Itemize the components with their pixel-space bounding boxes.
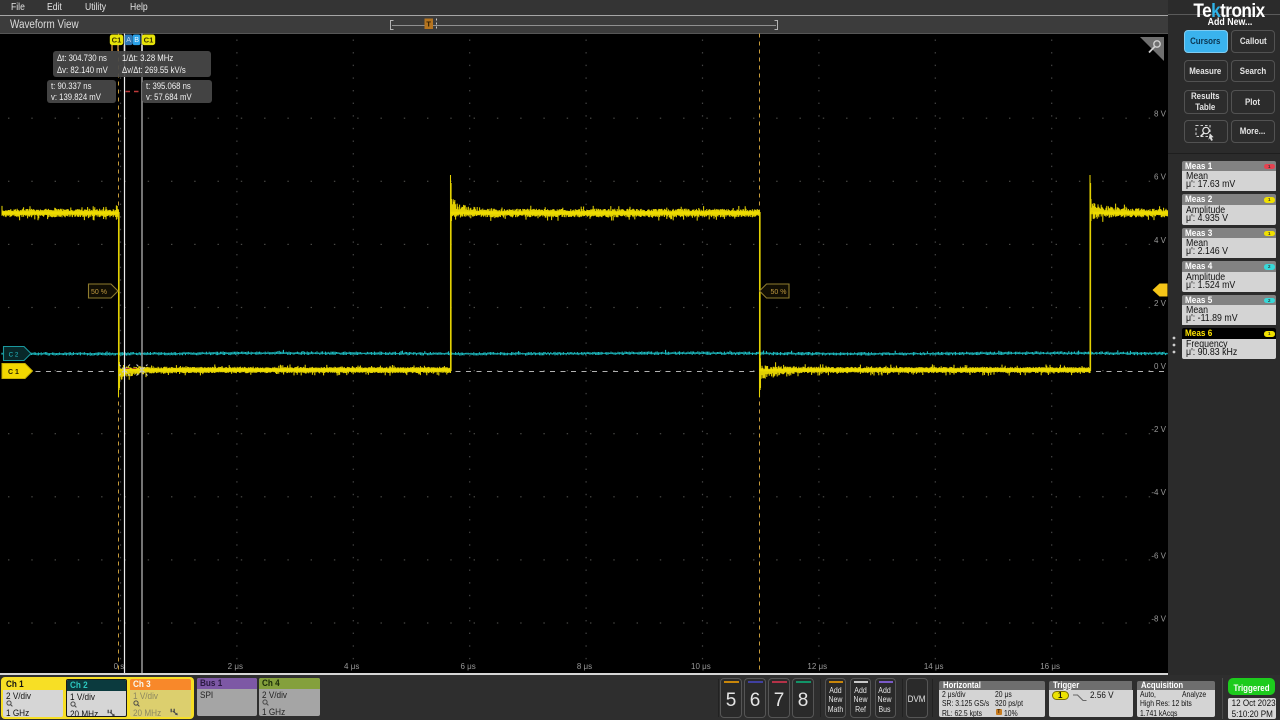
- svg-text:C1: C1: [144, 35, 154, 44]
- svg-text:50 %: 50 %: [771, 289, 787, 296]
- svg-text:8 V: 8 V: [1154, 110, 1167, 119]
- svg-text:12 μs: 12 μs: [807, 662, 827, 671]
- svg-text:8 μs: 8 μs: [577, 662, 592, 671]
- svg-text:A: A: [126, 35, 131, 44]
- svg-text:50 %: 50 %: [91, 289, 107, 296]
- svg-text:6 V: 6 V: [1154, 173, 1167, 182]
- svg-text:4 μs: 4 μs: [344, 662, 359, 671]
- svg-text:-6 V: -6 V: [1151, 551, 1166, 560]
- svg-text:6 μs: 6 μs: [460, 662, 475, 671]
- svg-text:-4 V: -4 V: [1151, 488, 1166, 497]
- svg-text:0 s: 0 s: [114, 662, 125, 671]
- svg-text:C1: C1: [112, 35, 122, 44]
- svg-text:-2 V: -2 V: [1151, 425, 1166, 434]
- svg-text:2 μs: 2 μs: [228, 662, 243, 671]
- svg-text:C 2: C 2: [9, 351, 19, 358]
- svg-text:C 1: C 1: [8, 369, 19, 376]
- svg-text:2 V: 2 V: [1154, 299, 1167, 308]
- svg-text:0 V: 0 V: [1154, 362, 1167, 371]
- svg-text:16 μs: 16 μs: [1040, 662, 1060, 671]
- svg-text:-8 V: -8 V: [1151, 614, 1166, 623]
- svg-text:14 μs: 14 μs: [924, 662, 944, 671]
- svg-text:10 μs: 10 μs: [691, 662, 711, 671]
- svg-text:4 V: 4 V: [1154, 236, 1167, 245]
- svg-text:B: B: [134, 35, 139, 44]
